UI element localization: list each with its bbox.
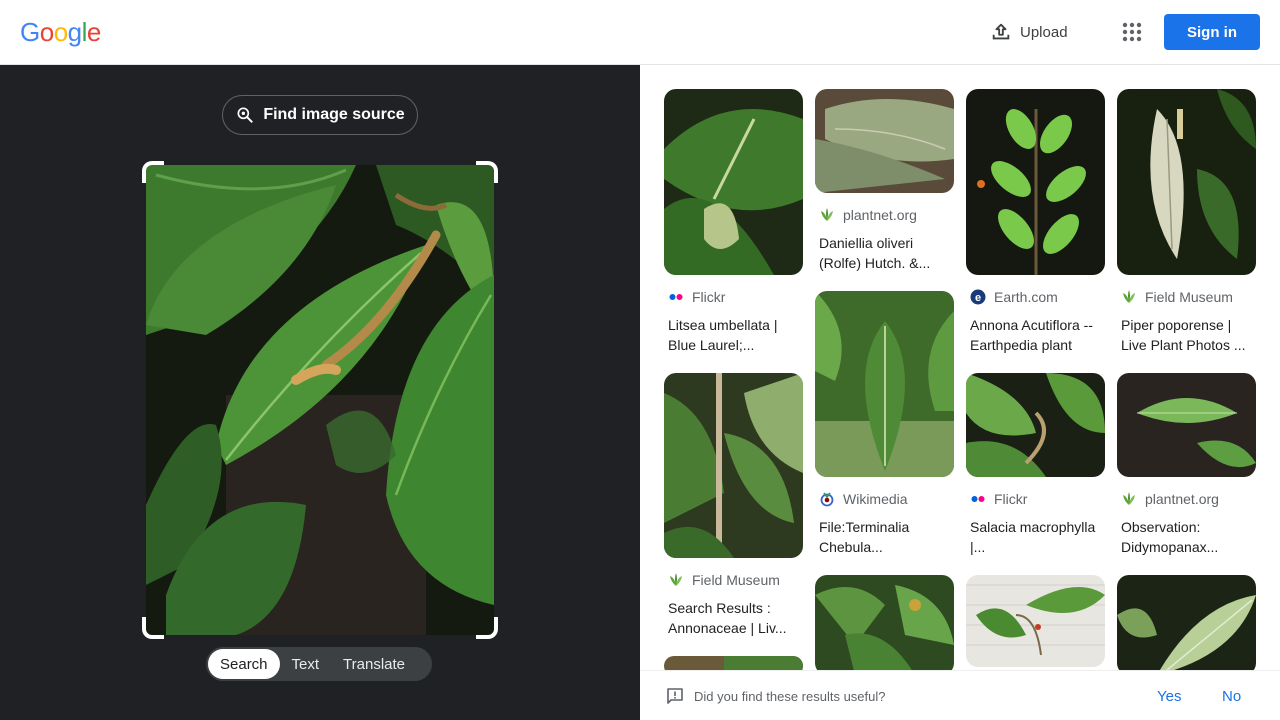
result-title[interactable]: Daniellia oliveri (Rolfe) Hutch. &... — [815, 233, 954, 273]
google-logo[interactable]: Google — [20, 17, 101, 48]
result-card[interactable]: Flickr Salacia macrophylla |... — [966, 373, 1105, 557]
result-thumbnail[interactable] — [966, 575, 1105, 667]
fieldmuseum-icon — [1123, 290, 1135, 303]
result-source: Field Museum — [664, 572, 803, 588]
result-thumbnail[interactable] — [664, 89, 803, 275]
result-title[interactable]: Search Results : Annonaceae | Liv... — [664, 598, 803, 638]
result-card[interactable] — [664, 656, 803, 670]
result-source: plantnet.org — [1117, 491, 1256, 507]
result-title[interactable]: File:Terminalia Chebula... — [815, 517, 954, 557]
apps-grid-icon[interactable] — [1120, 20, 1144, 44]
result-card[interactable]: Wikimedia File:Terminalia Chebula... — [815, 291, 954, 557]
feedback-question: Did you find these results useful? — [694, 689, 886, 704]
result-source: Flickr — [966, 491, 1105, 507]
result-title[interactable]: Annona Acutiflora -- Earthpedia plant — [966, 315, 1105, 355]
result-card[interactable]: Field Museum Search Results : Annonaceae… — [664, 373, 803, 638]
visual-matches-grid: Flickr Litsea umbellata | Blue Laurel;..… — [640, 65, 1280, 670]
query-image-panel: Find image source Search Text Translate — [0, 65, 640, 720]
result-source: Field Museum — [1117, 289, 1256, 305]
result-thumbnail[interactable] — [815, 89, 954, 193]
result-card[interactable]: Field Museum Piper poporense | Live Plan… — [1117, 89, 1256, 355]
leaf-photo — [146, 165, 494, 635]
crop-handle-bottom-right[interactable] — [476, 617, 498, 639]
result-title[interactable]: Observation: Didymopanax... — [1117, 517, 1256, 557]
top-bar: Google Upload Sign in — [0, 0, 1280, 65]
feedback-bar: Did you find these results useful? — [640, 670, 1280, 720]
result-thumbnail[interactable] — [664, 656, 803, 670]
result-thumbnail[interactable] — [1117, 373, 1256, 477]
crop-handle-bottom-left[interactable] — [142, 617, 164, 639]
flickr-icon — [669, 294, 683, 300]
sign-in-button[interactable]: Sign in — [1164, 14, 1260, 50]
feedback-no-button[interactable]: No — [1222, 688, 1241, 705]
feedback-yes-button[interactable]: Yes — [1157, 688, 1181, 705]
result-card[interactable]: plantnet.org Observation: Didymopanax... — [1117, 373, 1256, 557]
flickr-icon — [971, 496, 985, 502]
upload-button[interactable]: Upload — [990, 19, 1068, 45]
crop-handle-top-left[interactable] — [142, 161, 164, 183]
result-source: e Earth.com — [966, 289, 1105, 305]
result-card[interactable] — [815, 575, 954, 670]
result-title[interactable]: Piper poporense | Live Plant Photos ... — [1117, 315, 1256, 355]
result-card[interactable]: Flickr Litsea umbellata | Blue Laurel;..… — [664, 89, 803, 355]
result-card[interactable] — [966, 575, 1105, 667]
query-image[interactable] — [146, 165, 494, 635]
upload-label: Upload — [1020, 23, 1068, 41]
result-title[interactable]: Litsea umbellata | Blue Laurel;... — [664, 315, 803, 355]
result-thumbnail[interactable] — [1117, 89, 1256, 275]
lens-search-icon — [237, 107, 253, 123]
result-thumbnail[interactable] — [966, 373, 1105, 477]
svg-text:e: e — [975, 292, 981, 304]
fieldmuseum-icon — [670, 573, 682, 586]
result-source: Flickr — [664, 289, 803, 305]
result-thumbnail[interactable] — [966, 89, 1105, 275]
feedback-icon — [667, 688, 683, 704]
result-source: Wikimedia — [815, 491, 954, 507]
find-image-source-button[interactable]: Find image source — [222, 95, 418, 135]
plantnet-icon — [1123, 492, 1135, 505]
result-card[interactable]: e Earth.com Annona Acutiflora -- Earthpe… — [966, 89, 1105, 355]
result-thumbnail[interactable] — [664, 373, 803, 558]
result-title[interactable]: Salacia macrophylla |... — [966, 517, 1105, 557]
upload-icon — [992, 23, 1010, 40]
wikimedia-icon — [820, 492, 834, 507]
find-image-source-label: Find image source — [263, 106, 405, 123]
crop-handle-top-right[interactable] — [476, 161, 498, 183]
result-card[interactable] — [1117, 575, 1256, 670]
result-thumbnail[interactable] — [815, 575, 954, 670]
result-source: plantnet.org — [815, 207, 954, 223]
tab-translate[interactable]: Translate — [331, 649, 417, 679]
earth-icon: e — [970, 289, 986, 305]
tab-text[interactable]: Text — [280, 649, 332, 679]
plantnet-icon — [821, 208, 833, 221]
mode-switcher: Search Text Translate — [206, 647, 432, 681]
result-thumbnail[interactable] — [1117, 575, 1256, 670]
result-thumbnail[interactable] — [815, 291, 954, 477]
result-card[interactable]: plantnet.org Daniellia oliveri (Rolfe) H… — [815, 89, 954, 273]
tab-search[interactable]: Search — [208, 649, 280, 679]
